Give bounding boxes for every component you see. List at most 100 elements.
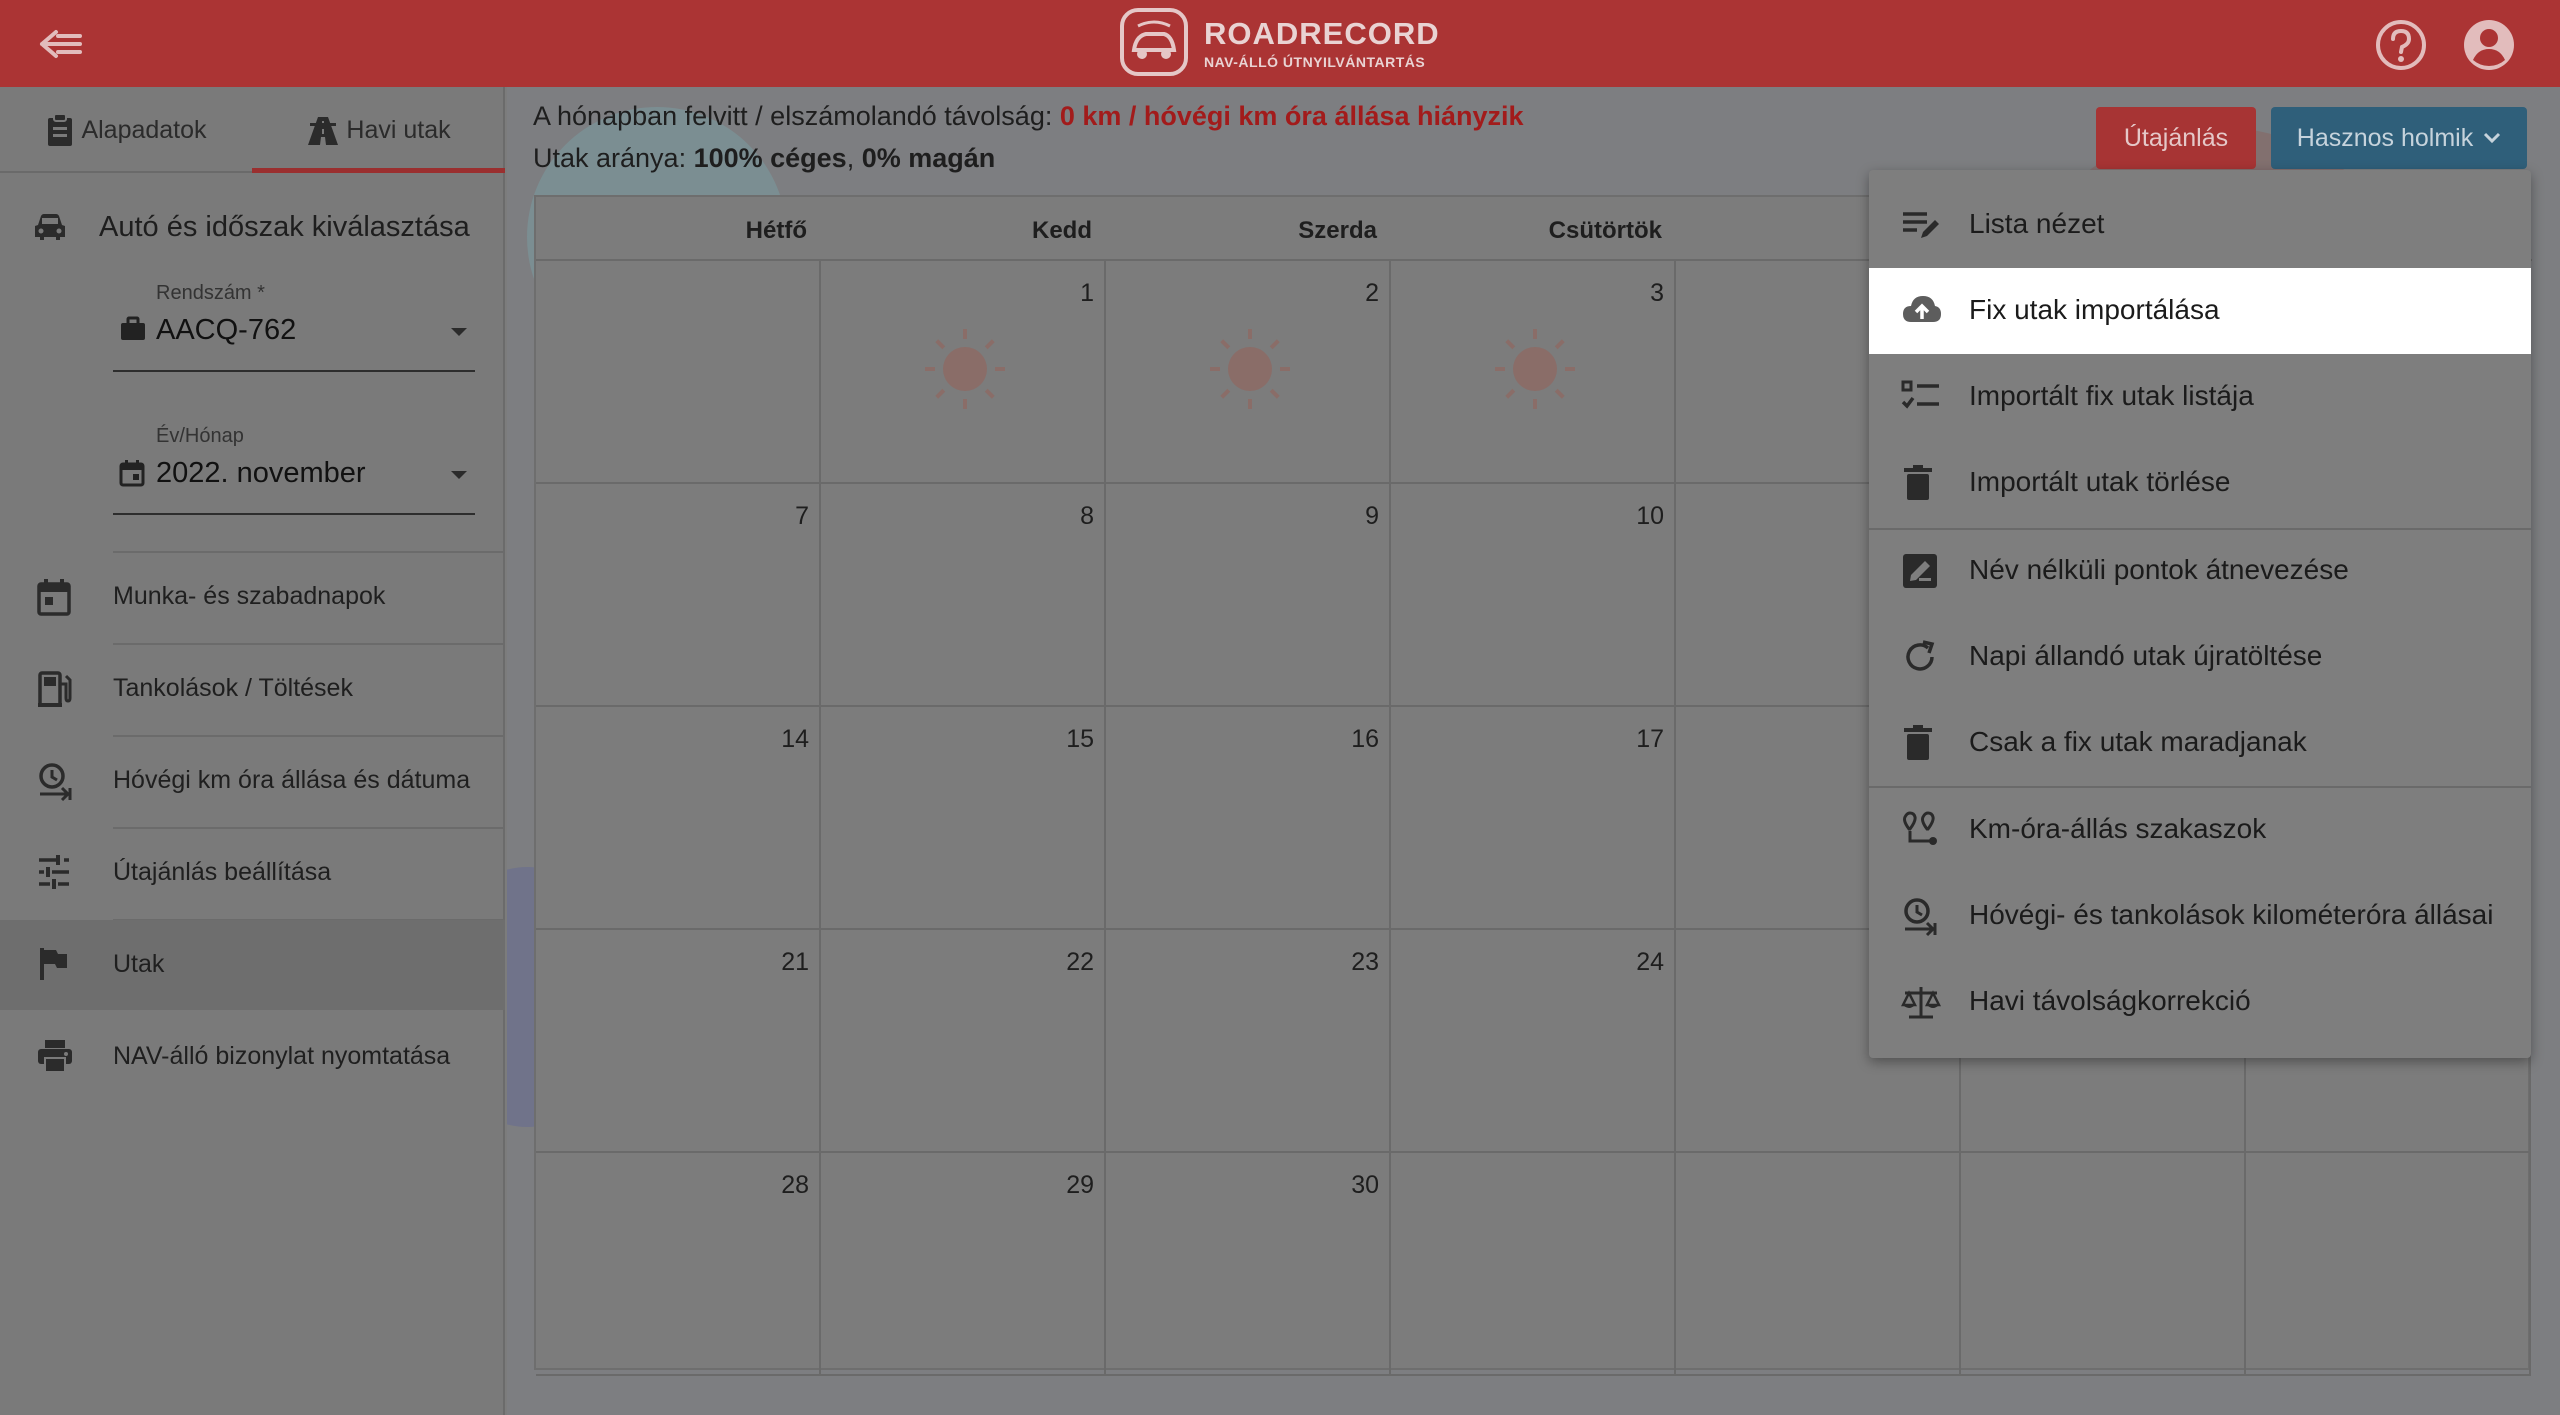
menu-item-imported-list[interactable]: Importált fix utak listája (1869, 354, 2531, 440)
calendar-icon (37, 579, 71, 616)
useful-tools-menu: Lista nézet Fix utak importálása Importá… (1869, 170, 2531, 1058)
trash-icon (1904, 465, 1932, 500)
calendar-day-cell[interactable]: 29 (821, 1153, 1106, 1376)
sidebar-item-label: Tankolások / Töltések (113, 674, 353, 702)
calendar-day-cell[interactable]: 28 (536, 1153, 821, 1376)
tab-alapadatok[interactable]: Alapadatok (0, 87, 252, 173)
calendar-day-number: 3 (1650, 279, 1664, 307)
section-car-period: Autó és időszak kiválasztása (0, 197, 505, 257)
flag-icon (40, 948, 67, 980)
calendar-day-cell[interactable] (1391, 1153, 1676, 1376)
menu-item-odometer-readings[interactable]: Hóvégi- és tankolások kilométeróra állás… (1869, 873, 2531, 959)
clock-arrow-icon (1904, 898, 1937, 937)
calendar-day-cell[interactable]: 7 (536, 484, 821, 707)
period-select[interactable]: Év/Hónap 2022. november (113, 425, 475, 515)
menu-item-keep-fixed-only[interactable]: Csak a fix utak maradjanak (1869, 700, 2531, 786)
plate-select[interactable]: Rendszám * AACQ-762 (113, 282, 475, 372)
menu-item-label: Név nélküli pontok átnevezése (1969, 554, 2349, 585)
briefcase-icon (121, 316, 145, 340)
chevron-down-icon (2484, 132, 2501, 144)
calendar-day-number: 21 (781, 948, 809, 976)
menu-item-reload-daily[interactable]: Napi állandó utak újratöltése (1869, 614, 2531, 700)
calendar-day-cell[interactable]: 24 (1391, 930, 1676, 1153)
ratio-separator: , (846, 143, 862, 173)
sidebar-tabs: Alapadatok Havi utak (0, 87, 505, 173)
menu-item-label: Havi távolságkorrekció (1969, 985, 2251, 1016)
distance-summary: A hónapban felvitt / elszámolandó távols… (533, 101, 1524, 132)
menu-item-import-fixed-trips[interactable]: Fix utak importálása (1869, 268, 2531, 354)
calendar-day-cell[interactable]: 9 (1106, 484, 1391, 707)
sidebar-item-route-settings[interactable]: Útajánlás beállítása (0, 828, 505, 918)
calendar-day-cell[interactable]: 22 (821, 930, 1106, 1153)
useful-tools-label: Hasznos holmik (2296, 123, 2474, 152)
ratio-summary: Utak aránya: 100% céges, 0% magán (533, 143, 995, 174)
calendar-day-cell[interactable] (536, 261, 821, 484)
calendar-day-cell[interactable]: 30 (1106, 1153, 1391, 1376)
menu-item-label: Csak a fix utak maradjanak (1969, 726, 2307, 757)
car-icon (35, 214, 65, 240)
menu-item-distance-correction[interactable]: Havi távolságkorrekció (1869, 959, 2531, 1045)
menu-item-label: Fix utak importálása (1969, 294, 2220, 325)
calendar-day-number: 24 (1636, 948, 1664, 976)
route-plan-button[interactable]: Útajánlás (2096, 107, 2256, 169)
calendar-day-cell[interactable]: 10 (1391, 484, 1676, 707)
calendar-day-number: 17 (1636, 725, 1664, 753)
ratio-prefix: Utak aránya: (533, 143, 694, 173)
calendar-day-cell[interactable]: 3 (1391, 261, 1676, 484)
sidebar-item-trips[interactable]: Utak (0, 920, 505, 1010)
clipboard-icon (48, 113, 73, 146)
calendar-day-cell[interactable]: 16 (1106, 707, 1391, 930)
account-circle-icon[interactable] (2462, 18, 2516, 72)
menu-item-delete-imported[interactable]: Importált utak törlése (1869, 440, 2531, 526)
tab-label: Havi utak (346, 115, 451, 144)
sidebar-item-work-days[interactable]: Munka- és szabadnapok (0, 552, 505, 642)
checklist-icon (1901, 380, 1939, 409)
weekday-header: Csütörtök (1548, 217, 1662, 244)
calendar-day-cell[interactable] (1676, 1153, 1961, 1376)
calendar-day-cell[interactable]: 14 (536, 707, 821, 930)
ratio-business: 100% céges (693, 143, 847, 173)
menu-item-label: Importált fix utak listája (1969, 380, 2254, 411)
fuel-icon (38, 671, 72, 707)
sidebar-item-fueling[interactable]: Tankolások / Töltések (0, 644, 505, 734)
cloud-upload-icon (1903, 296, 1941, 322)
calendar-small-icon (119, 460, 145, 487)
rename-icon (1903, 554, 1937, 588)
distance-warning: 0 km / hóvégi km óra állása hiányzik (1059, 101, 1524, 131)
plate-value: AACQ-762 (156, 314, 297, 346)
arrow-left-icon[interactable] (38, 26, 84, 62)
trash-icon (1904, 725, 1932, 760)
calendar-day-number: 22 (1066, 948, 1094, 976)
sidebar-item-month-end-odometer[interactable]: Hóvégi km óra állása és dátuma (0, 736, 505, 826)
calendar-day-number: 2 (1365, 279, 1379, 307)
calendar-day-cell[interactable]: 17 (1391, 707, 1676, 930)
calendar-day-cell[interactable]: 21 (536, 930, 821, 1153)
sidebar: Alapadatok Havi utak Autó és időszak kiv… (0, 87, 505, 1415)
sidebar-item-print[interactable]: NAV-álló bizonylat nyomtatása (0, 1012, 505, 1102)
plate-label: Rendszám * (156, 282, 265, 304)
distance-prefix: A hónapban felvitt / elszámolandó távols… (533, 101, 1060, 131)
calendar-day-cell[interactable]: 8 (821, 484, 1106, 707)
help-circle-icon[interactable] (2374, 18, 2428, 72)
calendar-day-cell[interactable]: 2 (1106, 261, 1391, 484)
sun-icon (925, 329, 1005, 409)
app-logo[interactable]: ROADRECORD NAV-ÁLLÓ ÚTNYILVÁNTARTÁS (1118, 6, 1448, 82)
useful-tools-button[interactable]: Hasznos holmik (2271, 107, 2527, 169)
menu-item-list-view[interactable]: Lista nézet (1869, 182, 2531, 268)
calendar-day-number: 15 (1066, 725, 1094, 753)
calendar-day-cell[interactable]: 1 (821, 261, 1106, 484)
calendar-day-cell[interactable] (1961, 1153, 2246, 1376)
tab-havi-utak[interactable]: Havi utak (252, 87, 505, 173)
menu-item-odometer-segments[interactable]: Km-óra-állás szakaszok (1869, 787, 2531, 873)
calendar-day-cell[interactable] (2246, 1153, 2531, 1376)
calendar-day-number: 30 (1351, 1171, 1379, 1199)
calendar-day-cell[interactable]: 15 (821, 707, 1106, 930)
calendar-day-number: 23 (1351, 948, 1379, 976)
calendar-day-cell[interactable]: 23 (1106, 930, 1391, 1153)
section-title: Autó és időszak kiválasztása (99, 211, 470, 243)
menu-item-rename-points[interactable]: Név nélküli pontok átnevezése (1869, 528, 2531, 614)
sidebar-item-label: Munka- és szabadnapok (113, 582, 386, 610)
logo-title: ROADRECORD (1204, 16, 1440, 51)
top-bar: ROADRECORD NAV-ÁLLÓ ÚTNYILVÁNTARTÁS (0, 0, 2560, 87)
chevron-down-icon (451, 471, 467, 479)
